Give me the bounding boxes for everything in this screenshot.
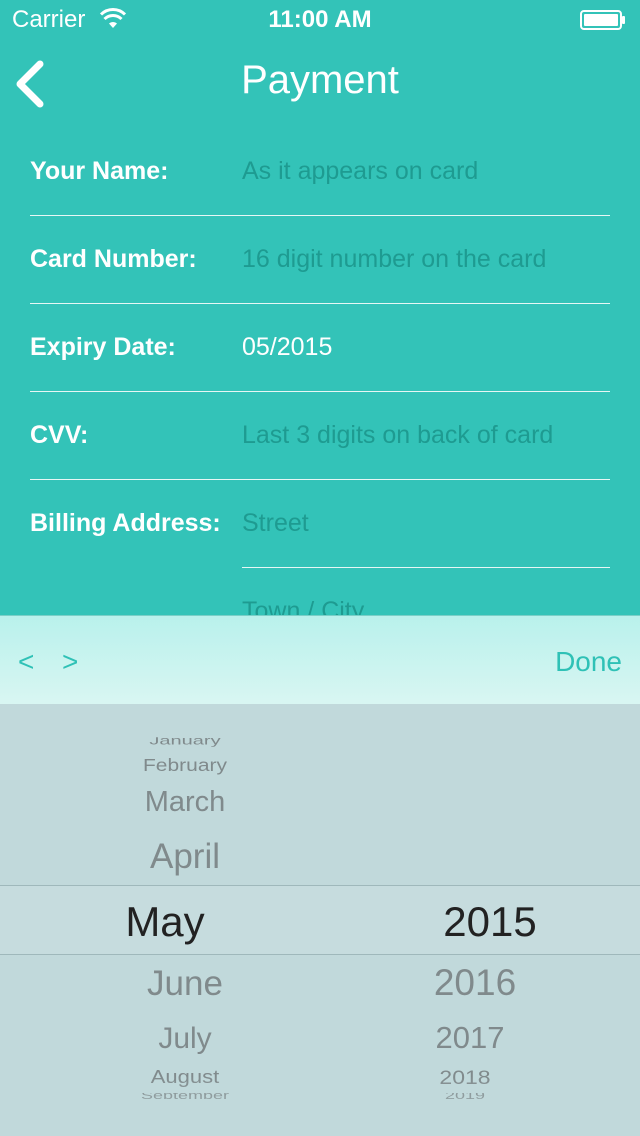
picker-month-item[interactable]: July — [55, 1022, 315, 1056]
picker-year-selected[interactable]: 2015 — [370, 898, 610, 946]
picker-month-selected[interactable]: May — [35, 898, 295, 946]
name-field[interactable]: As it appears on card — [242, 127, 610, 215]
town-field[interactable]: Town / City — [242, 567, 610, 615]
picker-month-item[interactable]: August — [55, 1066, 315, 1088]
town-row: Town / City — [30, 567, 610, 615]
card-number-label: Card Number: — [30, 245, 197, 273]
billing-address-label: Billing Address: — [30, 509, 221, 537]
picker-month-item[interactable]: September — [55, 1093, 315, 1099]
picker-month-item[interactable]: January — [55, 737, 315, 747]
picker-month-item[interactable]: February — [55, 756, 315, 776]
expiry-date-picker[interactable]: January February March April May June Ju… — [0, 704, 640, 1136]
done-button[interactable]: Done — [555, 646, 622, 678]
card-number-field[interactable]: 16 digit number on the card — [242, 215, 610, 303]
page-title: Payment — [241, 58, 399, 102]
street-field[interactable]: Street — [242, 479, 610, 567]
navigation-bar: Payment — [0, 40, 640, 128]
expiry-row: Expiry Date: 05/2015 — [30, 303, 610, 391]
picker-year-item[interactable]: 2019 — [345, 1093, 585, 1099]
card-number-row: Card Number: 16 digit number on the card — [30, 215, 610, 303]
picker-month-item[interactable]: March — [55, 786, 315, 819]
picker-month-item[interactable]: June — [55, 964, 315, 1004]
next-field-button[interactable]: > — [62, 646, 78, 678]
cvv-field[interactable]: Last 3 digits on back of card — [242, 391, 610, 479]
battery-icon — [580, 10, 625, 30]
status-bar: Carrier 11:00 AM — [0, 0, 640, 40]
picker-year-item[interactable]: 2016 — [355, 962, 595, 1004]
picker-year-item[interactable]: 2017 — [350, 1020, 590, 1056]
billing-row: Billing Address: Street — [30, 479, 610, 567]
name-row: Your Name: As it appears on card — [30, 127, 610, 215]
expiry-label: Expiry Date: — [30, 333, 176, 361]
name-label: Your Name: — [30, 157, 169, 185]
status-time: 11:00 AM — [268, 6, 372, 33]
previous-field-button[interactable]: < — [18, 646, 34, 678]
input-accessory-toolbar: < > Done — [0, 615, 640, 705]
expiry-field[interactable]: 05/2015 — [242, 303, 610, 391]
picker-month-item[interactable]: April — [55, 837, 315, 877]
cvv-row: CVV: Last 3 digits on back of card — [30, 391, 610, 479]
picker-year-item[interactable]: 2018 — [345, 1066, 585, 1089]
cvv-label: CVV: — [30, 421, 89, 449]
